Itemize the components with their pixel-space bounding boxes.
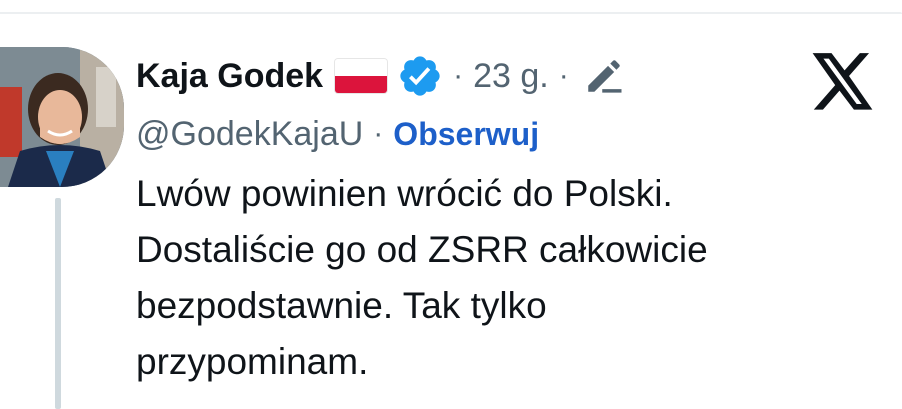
avatar-photo: [0, 47, 124, 187]
display-name[interactable]: Kaja Godek: [136, 57, 323, 96]
follow-button[interactable]: Obserwuj: [393, 116, 539, 153]
tweet-text: Lwów powinien wrócić do Polski. Dostaliś…: [136, 166, 876, 390]
card-top-border: [0, 12, 902, 14]
avatar[interactable]: [0, 47, 124, 187]
handle-row: @GodekKajaU · Obserwuj: [136, 112, 539, 156]
handle-separator: ·: [373, 117, 384, 150]
user-handle[interactable]: @GodekKajaU: [136, 115, 363, 154]
tweet-text-line: bezpodstawnie. Tak tylko: [136, 285, 547, 326]
header-separator-2: ·: [558, 59, 569, 92]
poland-flag-icon: [335, 59, 388, 93]
header-separator: ·: [453, 59, 464, 92]
tweet-header: Kaja Godek · 23 g. ·: [136, 50, 625, 102]
tweet-text-line: Lwów powinien wrócić do Polski.: [136, 173, 673, 214]
tweet-text-line: Dostaliście go od ZSRR całkowicie: [136, 229, 708, 270]
tweet-text-line: przypominam.: [136, 341, 369, 382]
tweet-timestamp[interactable]: 23 g.: [473, 57, 549, 96]
edited-pencil-icon[interactable]: [583, 55, 625, 97]
thread-line: [55, 198, 61, 409]
x-logo-icon[interactable]: [812, 53, 875, 111]
verified-badge-icon[interactable]: [397, 53, 443, 99]
